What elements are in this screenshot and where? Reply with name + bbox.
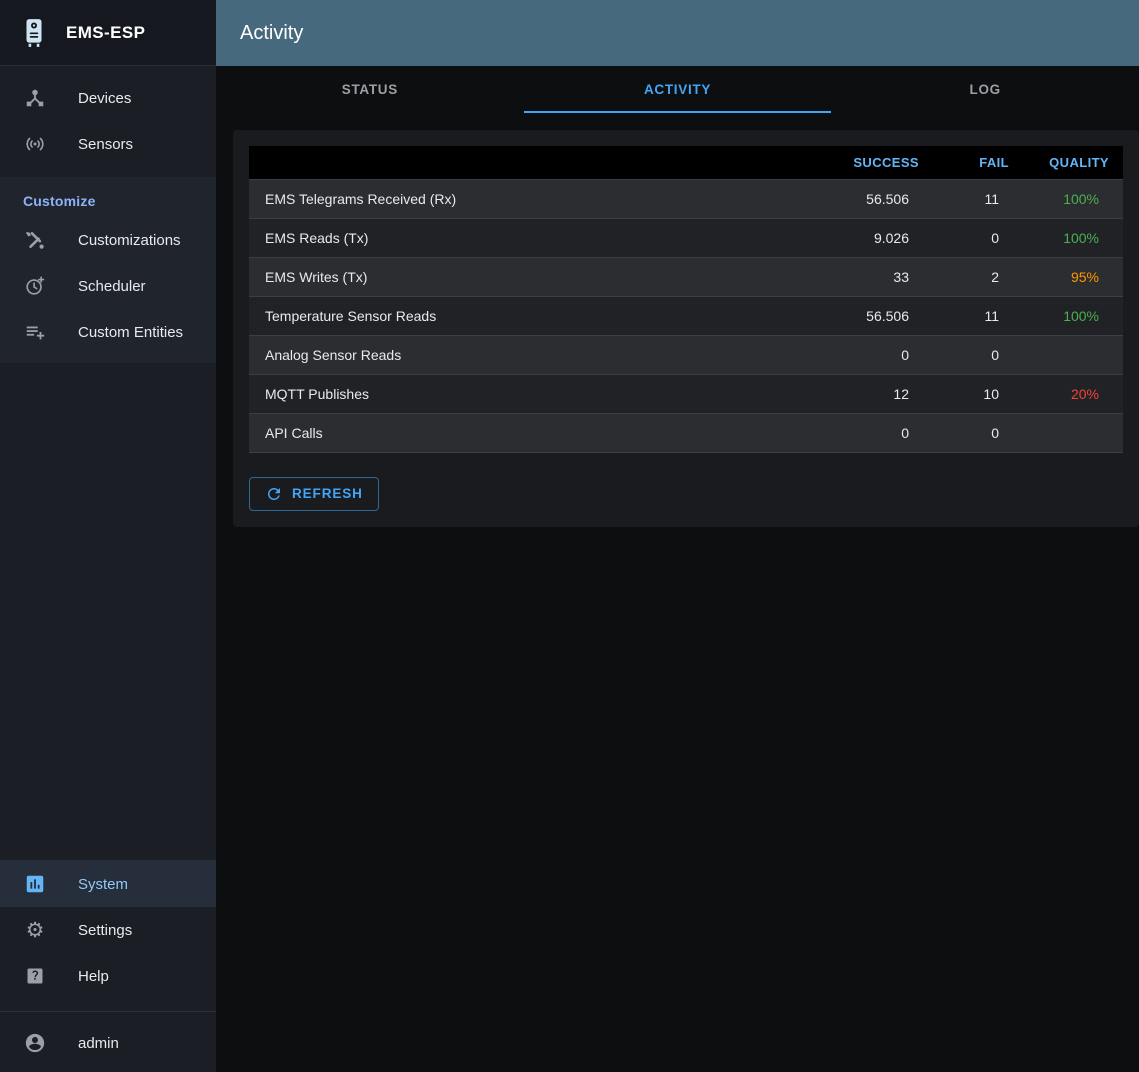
row-fail: 11 xyxy=(933,296,1023,335)
customize-section: Customize Customizations xyxy=(0,177,216,363)
main-area: Activity STATUS ACTIVITY LOG SUCCESS FAI… xyxy=(216,0,1139,1072)
table-row: Temperature Sensor Reads 56.506 11 100% xyxy=(249,296,1123,335)
table-row: Analog Sensor Reads 0 0 xyxy=(249,335,1123,374)
tab-log[interactable]: LOG xyxy=(831,66,1139,113)
device-hub-icon xyxy=(23,86,47,110)
refresh-button-label: REFRESH xyxy=(292,486,363,501)
row-quality: 20% xyxy=(1023,374,1123,413)
tab-bar: STATUS ACTIVITY LOG xyxy=(216,66,1139,113)
row-quality: 95% xyxy=(1023,257,1123,296)
sidebar-item-system[interactable]: System xyxy=(0,861,216,907)
sidebar-item-label: Scheduler xyxy=(78,278,146,295)
sidebar-nav: Devices Sensors xyxy=(0,66,216,167)
sensors-icon xyxy=(23,132,47,156)
row-success: 12 xyxy=(821,374,933,413)
header-success: SUCCESS xyxy=(821,146,933,179)
table-row: EMS Telegrams Received (Rx) 56.506 11 10… xyxy=(249,179,1123,218)
help-icon xyxy=(23,964,47,988)
table-row: EMS Reads (Tx) 9.026 0 100% xyxy=(249,218,1123,257)
sidebar-item-label: Customizations xyxy=(78,232,181,249)
row-success: 56.506 xyxy=(821,296,933,335)
row-fail: 2 xyxy=(933,257,1023,296)
sidebar-item-settings[interactable]: ⚙ Settings xyxy=(0,907,216,953)
row-name: MQTT Publishes xyxy=(249,374,821,413)
sidebar-item-customizations[interactable]: Customizations xyxy=(0,217,216,263)
sidebar-bottom-section: System ⚙ Settings Help xyxy=(0,860,216,1011)
sidebar-item-help[interactable]: Help xyxy=(0,953,216,999)
row-name: API Calls xyxy=(249,413,821,452)
playlist-add-icon xyxy=(23,320,47,344)
row-success: 0 xyxy=(821,413,933,452)
customize-section-header: Customize xyxy=(0,181,216,217)
table-header-row: SUCCESS FAIL QUALITY xyxy=(249,146,1123,179)
sidebar-item-custom-entities[interactable]: Custom Entities xyxy=(0,309,216,355)
tab-status[interactable]: STATUS xyxy=(216,66,524,113)
sidebar-item-label: Sensors xyxy=(78,136,133,153)
refresh-icon xyxy=(265,485,283,503)
sidebar-item-label: Settings xyxy=(78,922,132,939)
row-name: Analog Sensor Reads xyxy=(249,335,821,374)
row-fail: 0 xyxy=(933,335,1023,374)
sidebar-item-label: Custom Entities xyxy=(78,324,183,341)
row-name: Temperature Sensor Reads xyxy=(249,296,821,335)
activity-card: SUCCESS FAIL QUALITY EMS Telegrams Recei… xyxy=(233,130,1139,527)
header-fail: FAIL xyxy=(933,146,1023,179)
sidebar-item-sensors[interactable]: Sensors xyxy=(0,121,216,167)
row-quality: 100% xyxy=(1023,296,1123,335)
header-name xyxy=(249,146,821,179)
row-fail: 0 xyxy=(933,218,1023,257)
clock-plus-icon xyxy=(23,274,47,298)
row-name: EMS Telegrams Received (Rx) xyxy=(249,179,821,218)
sidebar-item-label: Devices xyxy=(78,90,131,107)
row-success: 0 xyxy=(821,335,933,374)
page-title: Activity xyxy=(240,22,303,45)
row-quality: 100% xyxy=(1023,179,1123,218)
app-bar: Activity xyxy=(216,0,1139,66)
row-success: 56.506 xyxy=(821,179,933,218)
row-success: 33 xyxy=(821,257,933,296)
sidebar-item-label: System xyxy=(78,876,128,893)
app-window: EMS-ESP Devices Se xyxy=(0,0,1139,1072)
activity-table: SUCCESS FAIL QUALITY EMS Telegrams Recei… xyxy=(249,146,1123,453)
tab-activity[interactable]: ACTIVITY xyxy=(524,66,832,113)
tools-icon xyxy=(23,228,47,252)
account-circle-icon xyxy=(23,1031,47,1055)
user-name: admin xyxy=(78,1035,119,1052)
gear-icon: ⚙ xyxy=(23,918,47,942)
sidebar: EMS-ESP Devices Se xyxy=(0,0,216,1072)
row-success: 9.026 xyxy=(821,218,933,257)
sidebar-item-user[interactable]: admin xyxy=(0,1020,216,1066)
row-name: EMS Writes (Tx) xyxy=(249,257,821,296)
sidebar-header: EMS-ESP xyxy=(0,0,216,66)
table-row: EMS Writes (Tx) 33 2 95% xyxy=(249,257,1123,296)
sidebar-item-scheduler[interactable]: Scheduler xyxy=(0,263,216,309)
row-fail: 0 xyxy=(933,413,1023,452)
sidebar-user-section: admin xyxy=(0,1011,216,1072)
row-fail: 11 xyxy=(933,179,1023,218)
row-name: EMS Reads (Tx) xyxy=(249,218,821,257)
bar-chart-icon xyxy=(23,872,47,896)
sidebar-item-label: Help xyxy=(78,968,109,985)
refresh-button[interactable]: REFRESH xyxy=(249,477,379,511)
row-quality xyxy=(1023,335,1123,374)
table-row: API Calls 0 0 xyxy=(249,413,1123,452)
row-quality xyxy=(1023,413,1123,452)
sidebar-item-devices[interactable]: Devices xyxy=(0,75,216,121)
header-quality: QUALITY xyxy=(1023,146,1123,179)
row-fail: 10 xyxy=(933,374,1023,413)
ems-esp-logo-icon xyxy=(12,9,56,57)
row-quality: 100% xyxy=(1023,218,1123,257)
table-row: MQTT Publishes 12 10 20% xyxy=(249,374,1123,413)
brand-title: EMS-ESP xyxy=(66,23,145,43)
